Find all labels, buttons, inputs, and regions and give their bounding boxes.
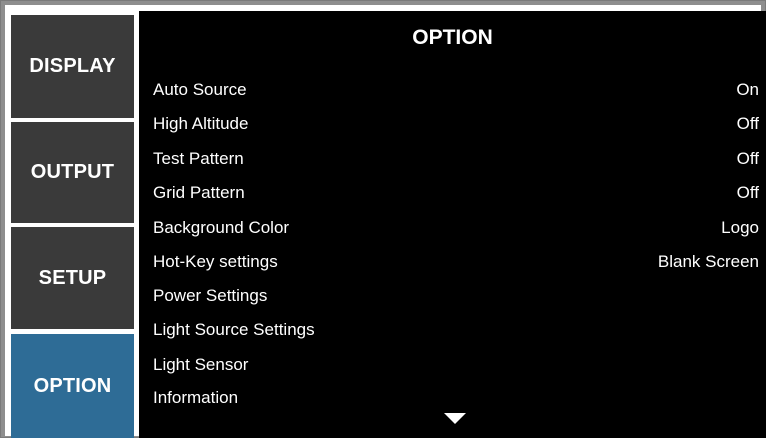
menu-item-power-settings[interactable]: Power Settings [153, 281, 759, 311]
menu-item-auto-source[interactable]: Auto Source On [153, 75, 759, 105]
menu-item-value: Off [736, 114, 759, 133]
menu-item-value: On [736, 80, 759, 99]
menu-item-label: Test Pattern [153, 149, 244, 168]
menu-item-value: Blank Screen [657, 252, 759, 271]
tab-display[interactable]: DISPLAY [11, 15, 134, 118]
menu-item-value: Off [736, 183, 759, 202]
tab-setup[interactable]: SETUP [11, 227, 134, 329]
menu-item-test-pattern[interactable]: Test Pattern Off [153, 144, 759, 174]
menu-item-label: Auto Source [153, 80, 247, 99]
tab-display-label: DISPLAY [29, 55, 116, 77]
tab-output[interactable]: OUTPUT [11, 122, 134, 223]
panel-title: OPTION [412, 26, 493, 49]
menu-item-label: Power Settings [153, 286, 268, 305]
menu-item-label: Light Sensor [153, 355, 249, 374]
tab-option[interactable]: OPTION [11, 334, 134, 438]
menu-item-label: High Altitude [153, 114, 249, 133]
menu-item-light-sensor[interactable]: Light Sensor [153, 350, 759, 380]
menu-item-value: Logo [721, 218, 759, 237]
menu-item-information[interactable]: Information [153, 383, 759, 413]
menu-item-light-source-settings[interactable]: Light Source Settings [153, 315, 759, 345]
menu-item-value: Off [736, 149, 759, 168]
menu-item-label: Light Source Settings [153, 320, 315, 339]
menu-item-hot-key-settings[interactable]: Hot-Key settings Blank Screen [153, 247, 759, 277]
tab-option-label: OPTION [33, 374, 112, 397]
tab-setup-label: SETUP [38, 266, 107, 289]
chevron-down-icon[interactable] [444, 413, 466, 424]
option-panel: OPTION Auto Source On High Altitude Off … [139, 11, 766, 438]
menu-item-label: Background Color [153, 218, 290, 237]
menu-item-label: Information [153, 388, 239, 407]
tab-output-label: OUTPUT [30, 161, 115, 183]
menu-item-label: Hot-Key settings [153, 252, 278, 271]
menu-item-background-color[interactable]: Background Color Logo [153, 213, 759, 243]
menu-item-label: Grid Pattern [153, 183, 245, 202]
menu-item-high-altitude[interactable]: High Altitude Off [153, 109, 759, 139]
menu-item-grid-pattern[interactable]: Grid Pattern Off [153, 178, 759, 208]
